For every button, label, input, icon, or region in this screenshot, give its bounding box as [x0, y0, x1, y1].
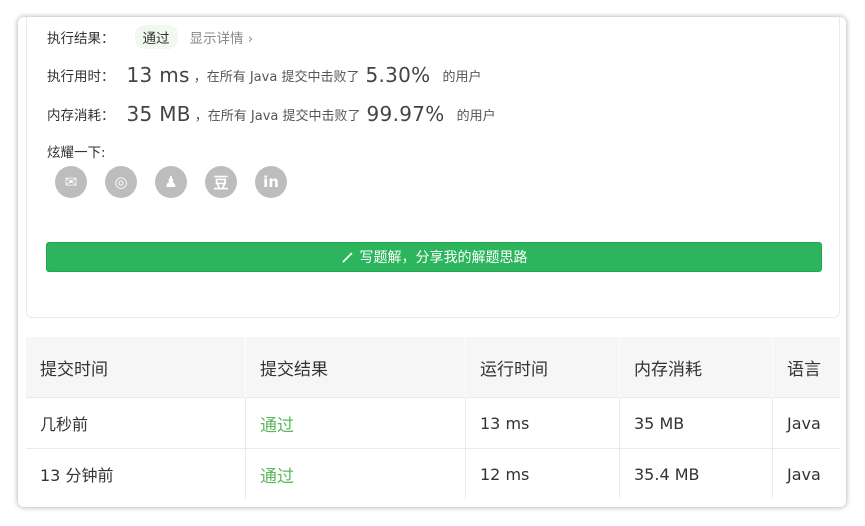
result-card: 执行结果： 通过 显示详情 › 执行用时： 13 ms ，在所有 Java 提交… — [26, 17, 840, 318]
runtime-label: 执行用时： — [47, 69, 115, 85]
memory-value: 35 MB — [126, 102, 191, 126]
qq-icon[interactable]: ♟ — [155, 166, 187, 198]
cell-result-link[interactable]: 通过 — [245, 448, 466, 499]
share-label: 炫耀一下: — [47, 145, 106, 161]
table-header-row: 提交时间 提交结果 运行时间 内存消耗 语言 — [26, 337, 840, 398]
write-solution-button[interactable]: 写题解，分享我的解题思路 — [46, 242, 822, 272]
col-language[interactable]: 语言 — [772, 337, 840, 398]
cell-runtime: 13 ms — [465, 397, 620, 449]
submissions-table: 提交时间 提交结果 运行时间 内存消耗 语言 几秒前 通过 13 ms 35 M… — [26, 337, 840, 499]
col-result[interactable]: 提交结果 — [245, 337, 466, 398]
cell-result-link[interactable]: 通过 — [245, 397, 466, 449]
douban-icon[interactable]: 豆 — [205, 166, 237, 198]
table-row: 几秒前 通过 13 ms 35 MB Java — [26, 397, 840, 449]
share-row: 炫耀一下: — [47, 141, 106, 161]
cell-memory: 35 MB — [619, 397, 773, 449]
submission-result-panel: 执行结果： 通过 显示详情 › 执行用时： 13 ms ，在所有 Java 提交… — [18, 17, 846, 507]
memory-row: 内存消耗： 35 MB ，在所有 Java 提交中击败了 99.97% 的用户 — [47, 102, 496, 126]
col-submit-time[interactable]: 提交时间 — [26, 337, 246, 398]
col-memory[interactable]: 内存消耗 — [619, 337, 773, 398]
linkedin-icon[interactable]: in — [255, 166, 287, 198]
runtime-suffix: 的用户 — [442, 69, 482, 85]
share-icons: ✉ ◎ ♟ 豆 in — [55, 166, 287, 198]
cell-language: Java — [772, 397, 840, 449]
write-solution-label: 写题解，分享我的解题思路 — [359, 250, 528, 266]
weibo-icon[interactable]: ◎ — [105, 166, 137, 198]
cell-submit-time: 几秒前 — [26, 397, 246, 449]
memory-percent: 99.97% — [366, 102, 445, 126]
table-row: 13 分钟前 通过 12 ms 35.4 MB Java — [26, 448, 840, 499]
runtime-row: 执行用时： 13 ms ，在所有 Java 提交中击败了 5.30% 的用户 — [47, 63, 482, 87]
result-row: 执行结果： 通过 显示详情 › — [47, 25, 253, 49]
cell-language: Java — [772, 448, 840, 499]
runtime-value: 13 ms — [126, 63, 190, 87]
wechat-icon[interactable]: ✉ — [55, 166, 87, 198]
cell-runtime: 12 ms — [465, 448, 620, 499]
show-details-link[interactable]: 显示详情 › — [190, 27, 254, 47]
cell-memory: 35.4 MB — [619, 448, 773, 499]
runtime-beat-text: ，在所有 Java 提交中击败了 — [193, 69, 360, 85]
memory-suffix: 的用户 — [456, 108, 496, 124]
memory-beat-text: ，在所有 Java 提交中击败了 — [194, 108, 361, 124]
memory-label: 内存消耗： — [47, 108, 115, 124]
status-badge: 通过 — [134, 25, 178, 49]
pencil-icon — [342, 252, 352, 262]
runtime-percent: 5.30% — [365, 63, 431, 87]
col-runtime[interactable]: 运行时间 — [465, 337, 620, 398]
result-label: 执行结果： — [47, 31, 115, 47]
cell-submit-time: 13 分钟前 — [26, 448, 246, 499]
